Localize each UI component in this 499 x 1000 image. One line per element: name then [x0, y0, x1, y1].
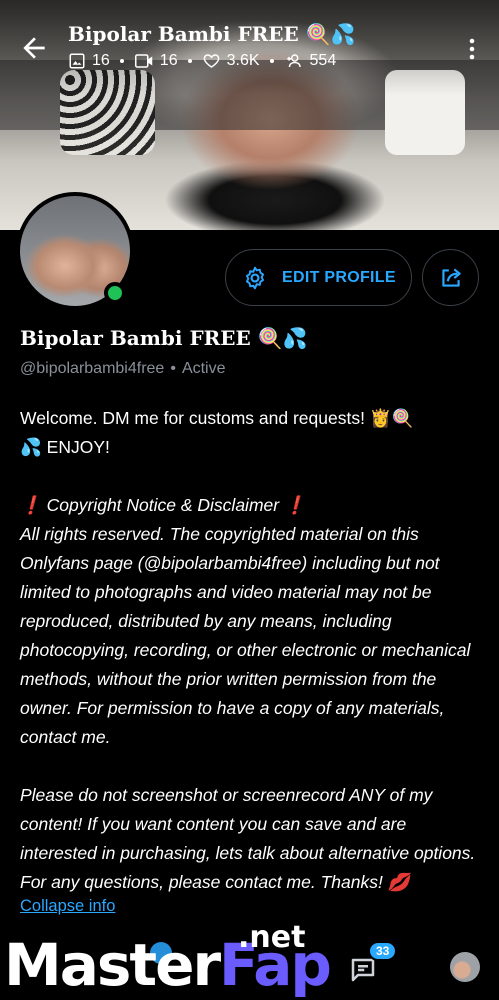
- edit-profile-label: EDIT PROFILE: [282, 268, 396, 286]
- bio-notice-line: Onlyfans page (@bipolarbambi4free) inclu…: [20, 553, 440, 573]
- bio-notice-line: contact me.: [20, 727, 111, 747]
- watermark-master: Master: [4, 931, 221, 999]
- page-title: Bipolar Bambi FREE 🍭💦: [68, 22, 356, 46]
- fans-icon: [286, 54, 301, 68]
- top-bar: Bipolar Bambi FREE 🍭💦 16 16 3.6K 554: [0, 14, 499, 84]
- kebab-menu-icon: [469, 38, 475, 60]
- profile-stats: 16 16 3.6K 554: [68, 52, 336, 70]
- watermark-net: .net: [238, 920, 306, 955]
- share-button[interactable]: [422, 249, 479, 306]
- profile-bio: Welcome. DM me for customs and requests!…: [20, 404, 482, 897]
- edit-profile-button[interactable]: EDIT PROFILE: [225, 249, 412, 306]
- collapse-info-link[interactable]: Collapse info: [20, 897, 115, 916]
- profile-handle: @bipolarbambi4free: [20, 360, 165, 377]
- bio-notice-line: limited to photographs and video materia…: [20, 582, 432, 602]
- bio-request-line: For any questions, please contact me. Th…: [20, 872, 410, 892]
- videos-count: 16: [159, 52, 178, 69]
- stats-separator: [187, 59, 192, 63]
- share-icon: [441, 267, 461, 287]
- more-options-button[interactable]: [464, 36, 480, 62]
- online-status-dot: [104, 282, 126, 304]
- image-icon: [69, 53, 85, 69]
- back-button[interactable]: [18, 32, 50, 64]
- bio-notice-line: owner. For permission to have a copy of …: [20, 698, 445, 718]
- gear-icon: [246, 266, 264, 289]
- bio-notice-line: reproduced, distributed by any means, in…: [20, 611, 392, 631]
- fans-count: 554: [309, 52, 337, 69]
- likes-count: 3.6K: [226, 52, 260, 69]
- handle-separator: •: [170, 360, 176, 377]
- bio-request-line: content! If you want content you can sav…: [20, 814, 407, 834]
- bio-request-line: interested in purchasing, lets talk abou…: [20, 843, 476, 863]
- bio-notice-line: methods, without the prior written permi…: [20, 669, 437, 689]
- bio-request-line: Please do not screenshot or screenrecord…: [20, 785, 433, 805]
- video-icon: [134, 54, 153, 68]
- profile-name: Bipolar Bambi FREE 🍭💦: [20, 326, 308, 350]
- bio-notice-line: photocopying, recording, or other electr…: [20, 640, 471, 660]
- bio-welcome-line: Welcome. DM me for customs and requests!…: [20, 408, 414, 428]
- back-arrow-icon: [23, 37, 45, 59]
- photos-count: 16: [92, 52, 110, 69]
- nav-profile-avatar[interactable]: [450, 952, 480, 982]
- profile-handle-line: @bipolarbambi4free • Active: [20, 360, 226, 378]
- bio-notice-line: All rights reserved. The copyrighted mat…: [20, 524, 419, 544]
- bio-welcome-line: 💦 ENJOY!: [20, 437, 110, 457]
- stats-separator: [269, 59, 274, 63]
- stats-separator: [119, 59, 124, 63]
- messages-badge: 33: [368, 941, 398, 961]
- bio-spacer: [20, 752, 482, 781]
- profile-status: Active: [181, 360, 226, 377]
- heart-icon: [203, 54, 219, 68]
- bio-spacer: [20, 462, 482, 491]
- bio-notice-title: ❗ Copyright Notice & Disclaimer ❗: [20, 495, 306, 515]
